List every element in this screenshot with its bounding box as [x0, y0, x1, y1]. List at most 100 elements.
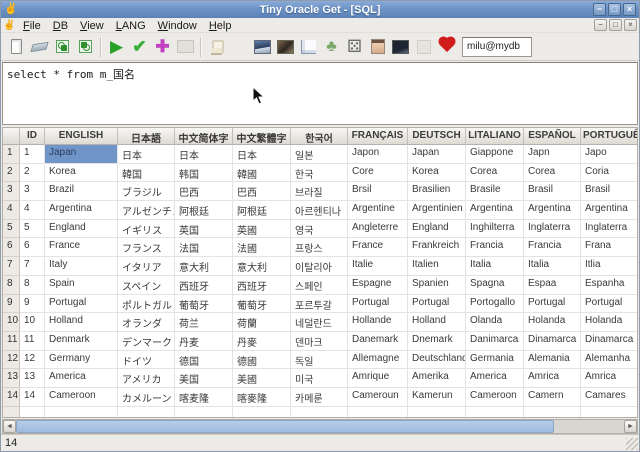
grid-cell[interactable]: 韩国	[175, 163, 233, 183]
grid-row-header[interactable]: 2	[3, 163, 20, 183]
run-query-icon[interactable]: ▶	[105, 35, 128, 59]
scrollbar-thumb[interactable]	[16, 420, 554, 433]
grid-row-header[interactable]: 5	[3, 219, 20, 239]
grid-cell[interactable]: Portogallo	[466, 294, 524, 314]
grid-cell[interactable]: 德国	[175, 350, 233, 370]
grid-cell[interactable]: Italia	[466, 257, 524, 276]
grid-cell[interactable]: Italy	[45, 257, 118, 276]
grid-cell[interactable]: イギリス	[118, 219, 175, 239]
grid-cell[interactable]: 韓國	[233, 163, 291, 183]
grid-row-header[interactable]: 9	[3, 294, 20, 314]
grid-cell[interactable]: Espagne	[348, 275, 408, 295]
grid-row-header[interactable]: 11	[3, 331, 20, 351]
grid-cell[interactable]: 미국	[291, 369, 348, 388]
grid-cell[interactable]: 西班牙	[233, 275, 291, 295]
grid-cell[interactable]: 5	[20, 219, 45, 239]
grid-cell[interactable]: Brazil	[45, 182, 118, 202]
grid-cell[interactable]: 일본	[291, 145, 348, 164]
grid-cell[interactable]: Corea	[466, 163, 524, 183]
grid-cell[interactable]: Japn	[524, 145, 581, 164]
grid-cell[interactable]: 西班牙	[175, 275, 233, 295]
grid-cell[interactable]	[524, 406, 581, 417]
grid-header-cell[interactable]: FRANÇAIS	[348, 128, 408, 145]
grid-cell[interactable]: Olanda	[466, 313, 524, 332]
grid-cell[interactable]: Brasil	[581, 182, 637, 202]
grid-header-cell[interactable]: 中文繁體字	[233, 128, 291, 145]
grid-row-header[interactable]: 6	[3, 238, 20, 258]
scroll-left-button[interactable]: ◄	[3, 420, 16, 433]
text-i-icon[interactable]	[228, 35, 251, 59]
grid-cell[interactable]: Espaa	[524, 275, 581, 295]
grid-cell[interactable]: 意大利	[175, 257, 233, 276]
grid-cell[interactable]: ブラジル	[118, 182, 175, 202]
grid-header-cell[interactable]: LITALIANO	[466, 128, 524, 145]
grid-cell[interactable]: Amrica	[524, 369, 581, 388]
grid-cell[interactable]	[408, 406, 466, 417]
grid-cell[interactable]: 韓国	[118, 163, 175, 183]
grid-cell[interactable]: Japo	[581, 145, 637, 164]
grid-row-header[interactable]: 1	[3, 145, 20, 164]
grid-cell[interactable]: 英国	[175, 219, 233, 239]
photo-mountain-icon[interactable]	[251, 35, 274, 59]
grid-cell[interactable]: Argentine	[348, 201, 408, 220]
grid-cell[interactable]: 한국	[291, 163, 348, 183]
grid-cell[interactable]: Dnemark	[408, 331, 466, 351]
grid-cell[interactable]: Italien	[408, 257, 466, 276]
grid-cell[interactable]: Frankreich	[408, 238, 466, 258]
close-button[interactable]: ×	[623, 3, 636, 16]
grid-cell[interactable]: Dinamarca	[524, 331, 581, 351]
grid-cell[interactable]: イタリア	[118, 257, 175, 276]
import-table-icon[interactable]	[74, 35, 97, 59]
grid-cell[interactable]: 喀麦隆	[175, 387, 233, 407]
grid-cell[interactable]: Japan	[45, 145, 118, 164]
dice-icon[interactable]: ⚄	[343, 35, 366, 59]
maximize-button[interactable]: □	[608, 3, 621, 16]
grid-cell[interactable]: Danemark	[348, 331, 408, 351]
grid-cell[interactable]: Brasil	[524, 182, 581, 202]
grid-header-cell[interactable]: ENGLISH	[45, 128, 118, 145]
grid-row-header[interactable]: 13	[3, 369, 20, 388]
grid-cell[interactable]: 英國	[233, 219, 291, 239]
grid-cell[interactable]: Japon	[348, 145, 408, 164]
grid-cell[interactable]: 1	[20, 145, 45, 164]
grid-cell[interactable]: 巴西	[175, 182, 233, 202]
commit-check-icon[interactable]: ✔	[128, 35, 151, 59]
new-file-icon[interactable]	[5, 35, 28, 59]
grid-cell[interactable]: 喀麥隆	[233, 387, 291, 407]
grid-cell[interactable]: England	[45, 219, 118, 239]
grid-cell[interactable]: America	[45, 369, 118, 388]
grid-cell[interactable]: France	[45, 238, 118, 258]
grid-cell[interactable]	[20, 406, 45, 417]
grid-cell[interactable]: Brsil	[348, 182, 408, 202]
grid-cell[interactable]: ドイツ	[118, 350, 175, 370]
grid-cell[interactable]: Coria	[581, 163, 637, 183]
grid-cell[interactable]: Argentinien	[408, 201, 466, 220]
grid-cell[interactable]: Inglaterra	[581, 219, 637, 239]
grid-cell[interactable]: Frana	[581, 238, 637, 258]
grid-cell[interactable]: Inglaterra	[524, 219, 581, 239]
grid-cell[interactable]: 8	[20, 275, 45, 295]
grid-cell[interactable]: Argentina	[45, 201, 118, 220]
grid-cell[interactable]: Inghilterra	[466, 219, 524, 239]
grid-cell[interactable]: 카메룬	[291, 387, 348, 407]
grid-cell[interactable]	[581, 406, 637, 417]
grid-cell[interactable]: Holanda	[581, 313, 637, 332]
grid-cell[interactable]: Portugal	[348, 294, 408, 314]
grid-cell[interactable]: 2	[20, 163, 45, 183]
grid-cell[interactable]: ポルトガル	[118, 294, 175, 314]
grid-cell[interactable]: Brasilien	[408, 182, 466, 202]
grid-cell[interactable]: アメリカ	[118, 369, 175, 388]
connection-field[interactable]: milu@mydb	[462, 36, 532, 57]
grid-cell[interactable]: Argentina	[466, 201, 524, 220]
grid-cell[interactable]: Danimarca	[466, 331, 524, 351]
grid-cell[interactable]: France	[348, 238, 408, 258]
scrollbar-track[interactable]	[554, 420, 624, 433]
grid-cell[interactable]: フランス	[118, 238, 175, 258]
resize-grip[interactable]	[626, 438, 638, 450]
grid-cell[interactable]: Allemagne	[348, 350, 408, 370]
grid-cell[interactable]: Korea	[408, 163, 466, 183]
grid-cell[interactable]: Portugal	[45, 294, 118, 314]
grid-cell[interactable]	[291, 406, 348, 417]
grid-cell[interactable]: Spain	[45, 275, 118, 295]
grid-cell[interactable]: Giappone	[466, 145, 524, 164]
